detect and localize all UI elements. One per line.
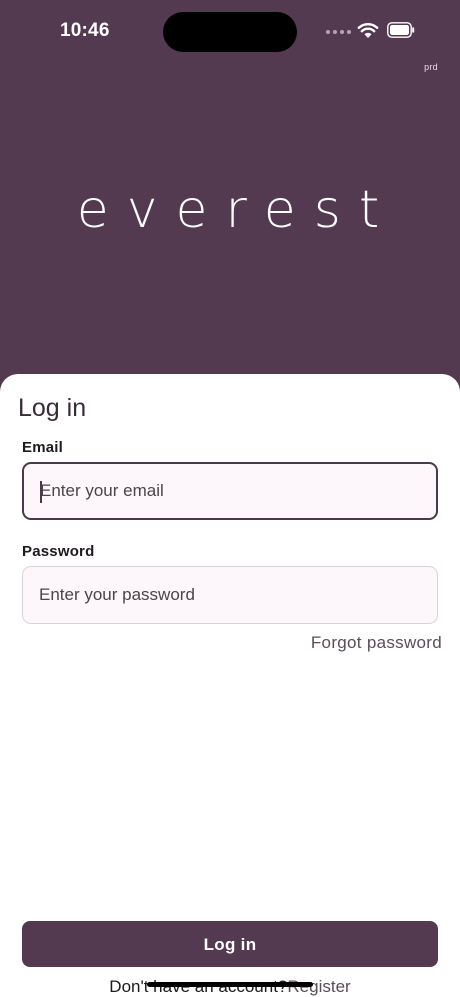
password-field-container: [22, 566, 438, 624]
brand-logo: everest: [76, 180, 398, 240]
home-indicator[interactable]: [147, 982, 313, 987]
status-time: 10:46: [60, 20, 110, 41]
page-title: Log in: [18, 394, 87, 422]
login-sheet: Log in Email Password Forgot password Lo…: [0, 374, 460, 997]
email-field-container: [22, 462, 438, 520]
environment-label: prd: [424, 62, 438, 72]
forgot-password-link[interactable]: Forgot password: [311, 633, 442, 653]
battery-icon: [387, 22, 415, 38]
text-caret: [40, 481, 42, 503]
email-label: Email: [22, 439, 64, 456]
wifi-icon: [357, 23, 379, 38]
password-field[interactable]: [23, 567, 437, 623]
register-row: Don't have an account?Register: [0, 977, 460, 997]
login-button[interactable]: Log in: [22, 921, 438, 967]
status-bar: 10:46: [0, 0, 460, 60]
signal-dots-icon: [326, 30, 351, 34]
dynamic-island: [163, 12, 297, 52]
password-label: Password: [22, 543, 95, 560]
email-field[interactable]: [24, 464, 436, 518]
